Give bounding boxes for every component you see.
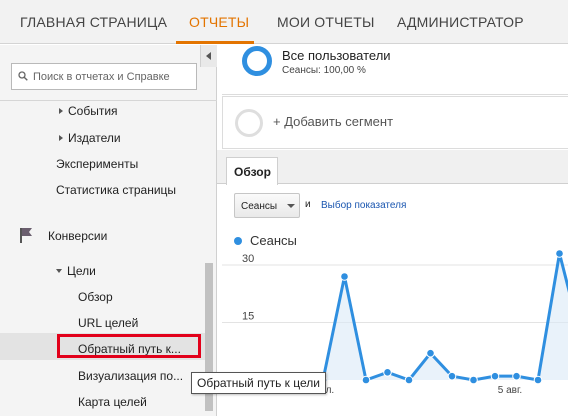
sidebar-item-page-analytics[interactable]: Статистика страницы — [56, 183, 176, 197]
tab-home[interactable]: ГЛАВНАЯ СТРАНИЦА — [20, 14, 167, 30]
data-point[interactable] — [404, 375, 414, 385]
expand-arrow-icon — [59, 108, 63, 114]
chevron-left-icon — [206, 52, 211, 60]
search-icon — [18, 71, 28, 81]
metric-select[interactable]: Сеансы — [234, 193, 300, 218]
search-input[interactable]: Поиск в отчетах и Справке — [11, 63, 197, 90]
flag-icon — [20, 228, 32, 243]
data-point[interactable] — [555, 250, 564, 258]
data-point[interactable] — [512, 371, 521, 381]
segment-subtitle: Сеансы: 100,00 % — [282, 65, 366, 76]
data-point[interactable] — [426, 348, 435, 358]
segment-ring-icon — [242, 46, 272, 76]
tab-overview[interactable]: Обзор — [226, 157, 278, 185]
collapse-arrow-icon — [56, 269, 62, 273]
sidebar-item-funnel-visualization[interactable]: Визуализация по... — [78, 369, 183, 383]
series-line — [237, 253, 568, 382]
segment-title: Все пользователи — [282, 48, 391, 63]
sidebar-item-goals[interactable]: Цели — [56, 264, 96, 278]
data-point[interactable] — [447, 371, 457, 381]
y-tick-label: 15 — [242, 311, 254, 323]
data-point[interactable] — [469, 375, 478, 385]
y-tick-label: 30 — [242, 253, 254, 265]
sidebar-item-goal-urls[interactable]: URL целей — [78, 316, 138, 330]
sidebar-divider — [0, 100, 217, 101]
collapse-sidebar-button[interactable] — [200, 45, 217, 67]
tab-admin[interactable]: АДМИНИСТРАТОР — [397, 14, 524, 30]
expand-arrow-icon — [59, 135, 63, 141]
sidebar-item-experiments[interactable]: Эксперименты — [56, 157, 138, 171]
segment-all-users[interactable]: Все пользователи Сеансы: 100,00 % — [222, 45, 568, 95]
tab-overview-label: Обзор — [234, 165, 271, 179]
search-placeholder: Поиск в отчетах и Справке — [33, 71, 170, 83]
x-tick-label: 5 авг. — [498, 385, 522, 396]
add-segment-button[interactable]: + Добавить сегмент — [222, 96, 568, 149]
legend-dot — [234, 237, 242, 245]
series-area — [237, 253, 568, 380]
sidebar-item-conversions[interactable]: Конверсии — [48, 229, 107, 243]
data-point[interactable] — [340, 272, 349, 281]
legend-label: Сеансы — [250, 233, 297, 248]
sidebar-item-events[interactable]: События — [59, 104, 118, 118]
sidebar-item-label: Цели — [67, 264, 96, 278]
sidebar-item-publishers[interactable]: Издатели — [59, 131, 121, 145]
empty-segment-icon — [235, 109, 263, 137]
tooltip: Обратный путь к цели — [191, 372, 326, 394]
choose-metric-link[interactable]: Выбор показателя — [321, 200, 406, 211]
data-point[interactable] — [361, 375, 371, 385]
sidebar-item-label: Издатели — [68, 131, 121, 145]
sidebar-item-goals-overview[interactable]: Обзор — [78, 290, 113, 304]
top-navigation: ГЛАВНАЯ СТРАНИЦА ОТЧЕТЫ МОИ ОТЧЕТЫ АДМИН… — [0, 0, 568, 44]
highlight-box — [57, 334, 201, 358]
add-segment-label: + Добавить сегмент — [273, 114, 394, 129]
data-point[interactable] — [383, 368, 392, 377]
tab-reports[interactable]: ОТЧЕТЫ — [189, 14, 249, 30]
sidebar-item-goal-flow[interactable]: Карта целей — [78, 395, 147, 409]
data-point[interactable] — [490, 371, 500, 381]
sidebar-item-label: События — [68, 104, 118, 118]
dropdown-caret-icon — [287, 204, 295, 208]
metric-select-value: Сеансы — [241, 201, 278, 212]
active-tab-indicator — [176, 41, 254, 44]
data-point[interactable] — [533, 375, 543, 385]
and-label: и — [305, 199, 311, 210]
tab-my-reports[interactable]: МОИ ОТЧЕТЫ — [277, 14, 375, 30]
